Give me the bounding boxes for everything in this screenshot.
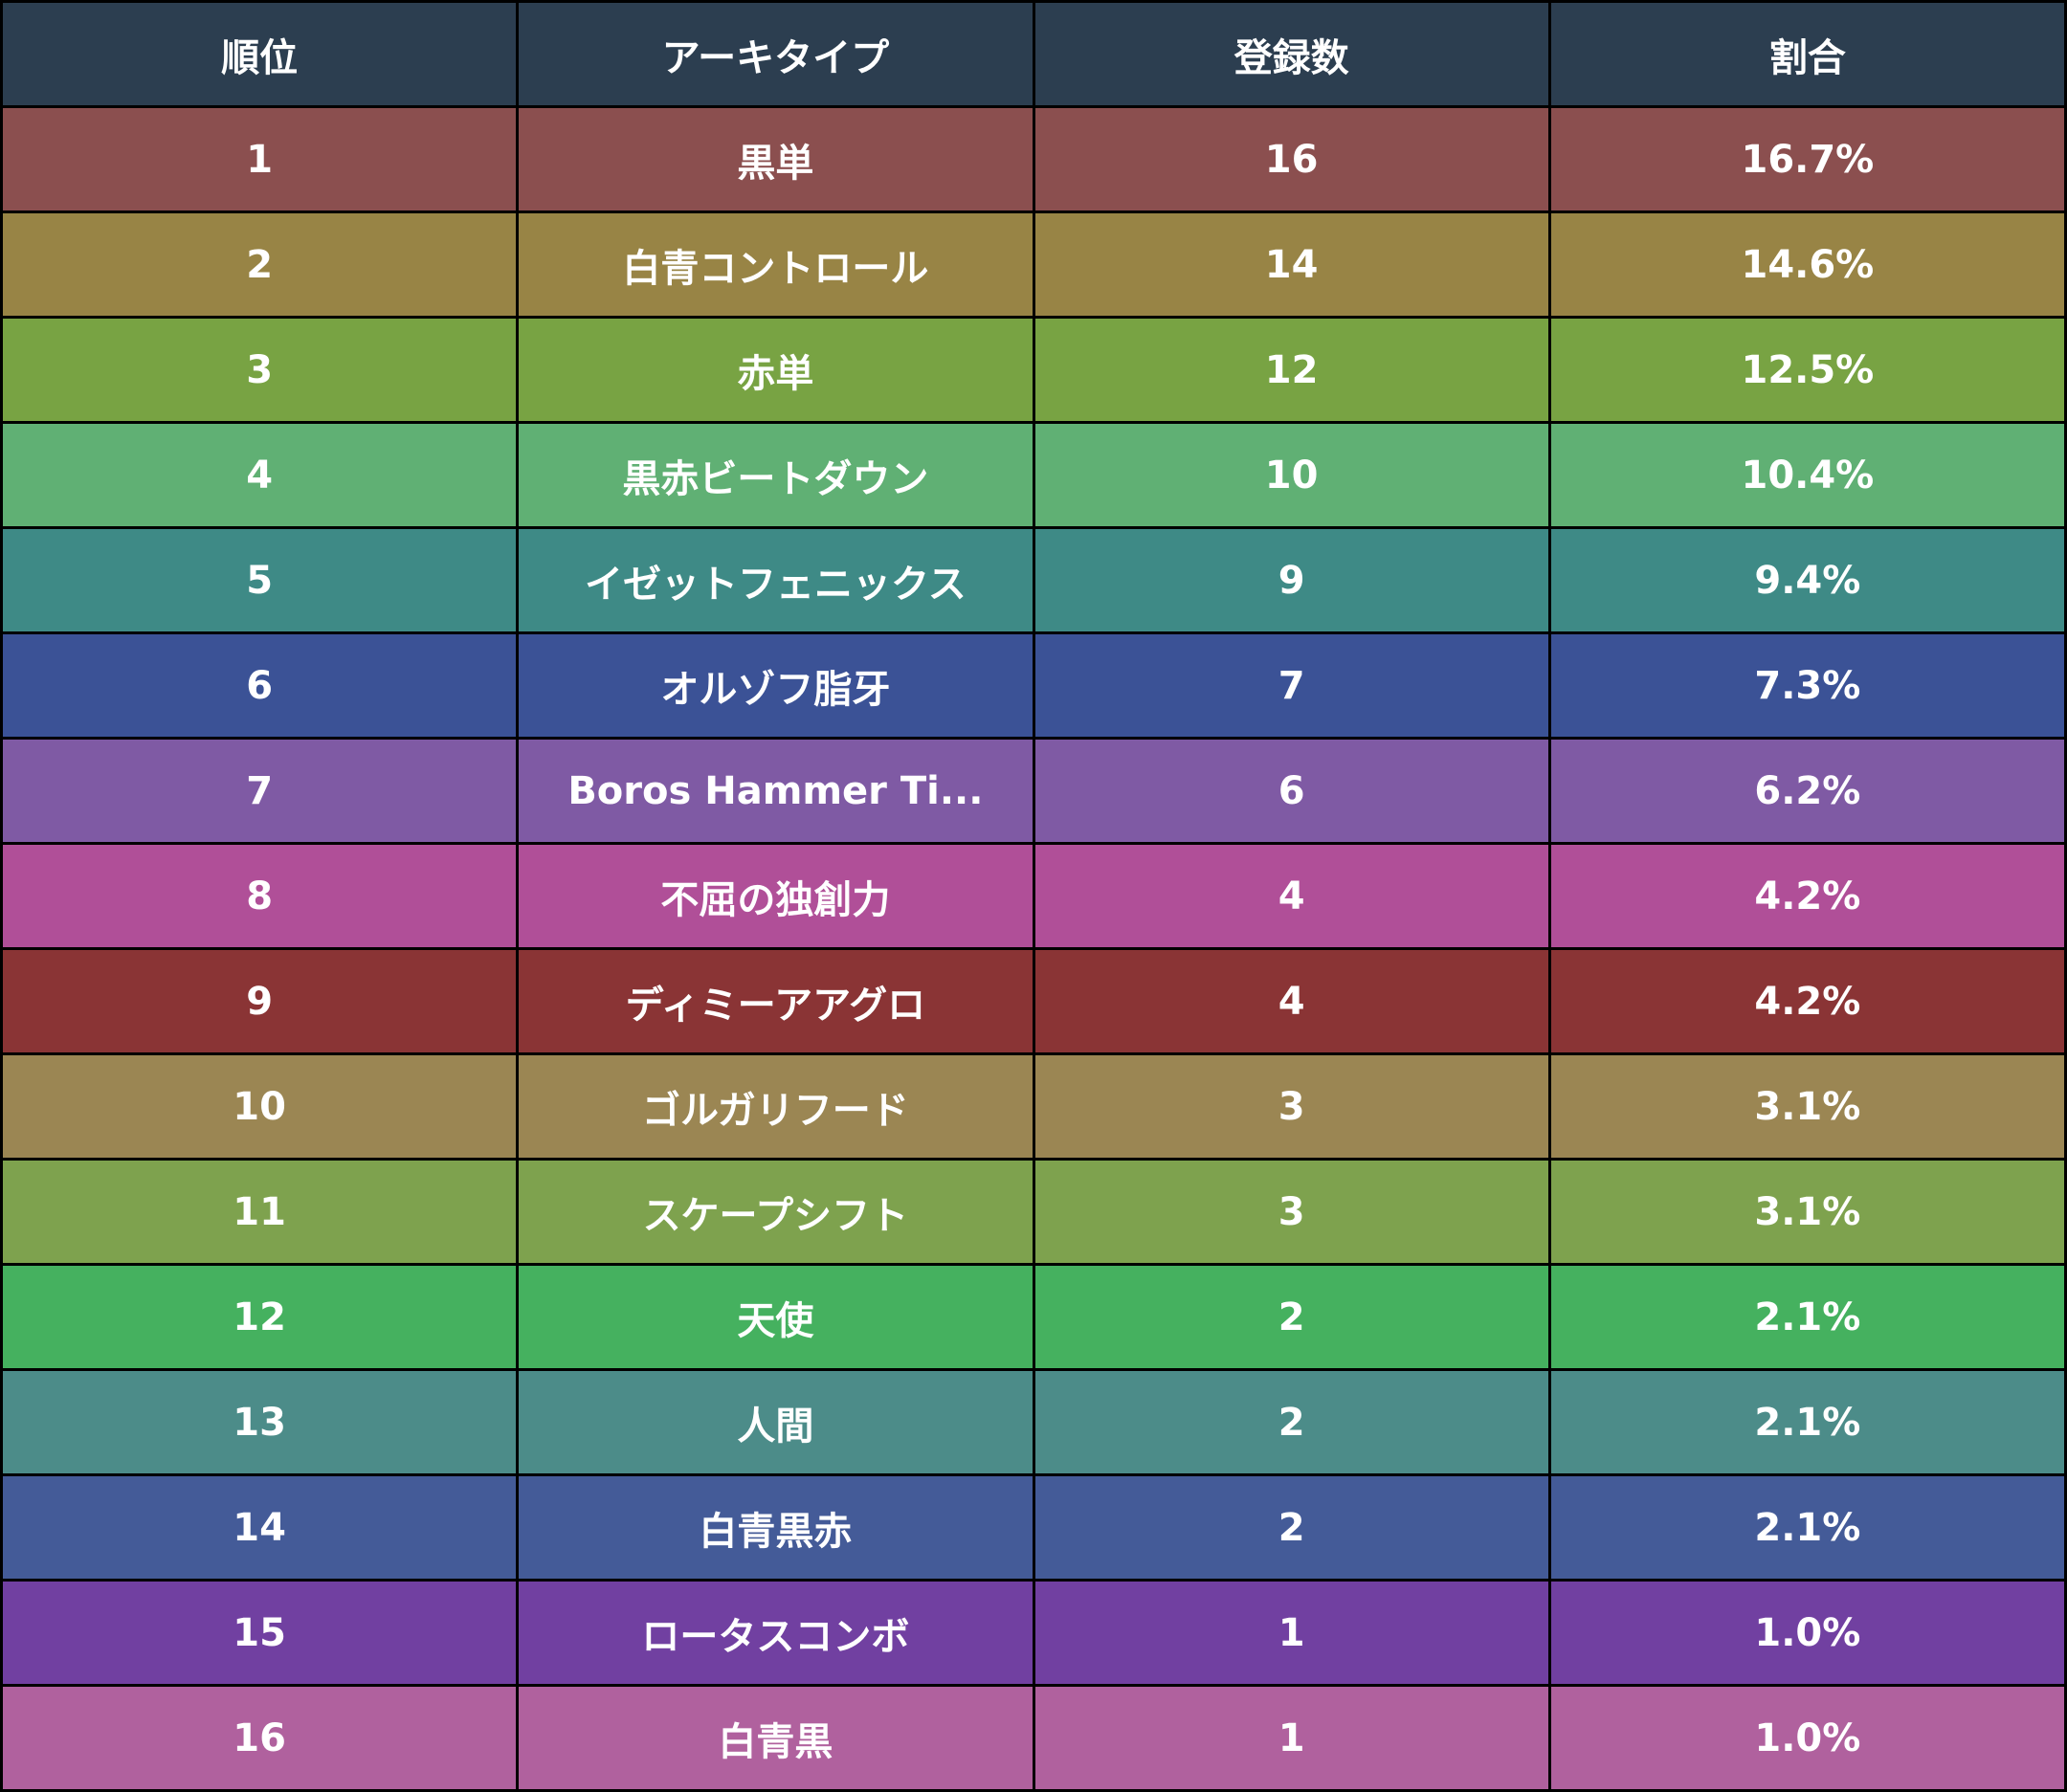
cell-archetype: 白青コントロール bbox=[516, 210, 1035, 319]
cell-rank: 8 bbox=[0, 842, 520, 950]
cell-share: 10.4% bbox=[1547, 421, 2067, 529]
cell-rank: 13 bbox=[0, 1368, 520, 1476]
cell-rank: 1 bbox=[0, 105, 520, 213]
cell-rank: 4 bbox=[0, 421, 520, 529]
cell-archetype: イゼットフェニックス bbox=[516, 526, 1035, 634]
table-row: 16 白青黒 1 1.0% bbox=[0, 1684, 2067, 1792]
table-row: 14 白青黒赤 2 2.1% bbox=[0, 1473, 2067, 1582]
archetype-ranking-table: 順位 アーキタイプ 登録数 割合 1 黒単 16 16.7% 2 白青コントロール 14 14.6%… bbox=[0, 0, 2067, 1792]
cell-count: 14 bbox=[1032, 210, 1551, 319]
cell-rank: 7 bbox=[0, 737, 520, 845]
cell-count: 4 bbox=[1032, 842, 1551, 950]
cell-rank: 5 bbox=[0, 526, 520, 634]
cell-share: 3.1% bbox=[1547, 1052, 2067, 1161]
table-row: 13 人間 2 2.1% bbox=[0, 1368, 2067, 1476]
cell-rank: 9 bbox=[0, 947, 520, 1055]
cell-share: 1.0% bbox=[1547, 1579, 2067, 1687]
cell-count: 10 bbox=[1032, 421, 1551, 529]
cell-archetype: 黒赤ビートダウン bbox=[516, 421, 1035, 529]
cell-rank: 14 bbox=[0, 1473, 520, 1582]
column-header-share: 割合 bbox=[1547, 0, 2067, 108]
cell-share: 4.2% bbox=[1547, 947, 2067, 1055]
cell-rank: 2 bbox=[0, 210, 520, 319]
cell-archetype: 黒単 bbox=[516, 105, 1035, 213]
cell-share: 6.2% bbox=[1547, 737, 2067, 845]
cell-rank: 16 bbox=[0, 1684, 520, 1792]
cell-count: 6 bbox=[1032, 737, 1551, 845]
table-row: 8 不屈の独創力 4 4.2% bbox=[0, 842, 2067, 950]
table-row: 2 白青コントロール 14 14.6% bbox=[0, 210, 2067, 319]
cell-share: 14.6% bbox=[1547, 210, 2067, 319]
cell-count: 9 bbox=[1032, 526, 1551, 634]
cell-rank: 10 bbox=[0, 1052, 520, 1161]
cell-share: 12.5% bbox=[1547, 316, 2067, 424]
table-row: 7 Boros Hammer Ti... 6 6.2% bbox=[0, 737, 2067, 845]
column-header-count: 登録数 bbox=[1032, 0, 1551, 108]
cell-share: 2.1% bbox=[1547, 1263, 2067, 1371]
table-row: 9 ディミーアアグロ 4 4.2% bbox=[0, 947, 2067, 1055]
cell-rank: 15 bbox=[0, 1579, 520, 1687]
cell-archetype: 天使 bbox=[516, 1263, 1035, 1371]
cell-count: 7 bbox=[1032, 631, 1551, 740]
table-row: 1 黒単 16 16.7% bbox=[0, 105, 2067, 213]
cell-count: 1 bbox=[1032, 1684, 1551, 1792]
table-row: 15 ロータスコンボ 1 1.0% bbox=[0, 1579, 2067, 1687]
table-header-row: 順位 アーキタイプ 登録数 割合 bbox=[0, 0, 2067, 108]
cell-count: 2 bbox=[1032, 1263, 1551, 1371]
table-body: 1 黒単 16 16.7% 2 白青コントロール 14 14.6% 3 赤単 12 12.5% 4 黒赤ビ… bbox=[0, 105, 2067, 1792]
table-row: 11 スケープシフト 3 3.1% bbox=[0, 1158, 2067, 1266]
cell-share: 4.2% bbox=[1547, 842, 2067, 950]
cell-count: 3 bbox=[1032, 1158, 1551, 1266]
cell-archetype: 白青黒 bbox=[516, 1684, 1035, 1792]
cell-count: 16 bbox=[1032, 105, 1551, 213]
table-row: 5 イゼットフェニックス 9 9.4% bbox=[0, 526, 2067, 634]
cell-share: 9.4% bbox=[1547, 526, 2067, 634]
cell-share: 2.1% bbox=[1547, 1368, 2067, 1476]
cell-count: 3 bbox=[1032, 1052, 1551, 1161]
table-row: 10 ゴルガリフード 3 3.1% bbox=[0, 1052, 2067, 1161]
table-row: 3 赤単 12 12.5% bbox=[0, 316, 2067, 424]
table-row: 6 オルゾフ脂牙 7 7.3% bbox=[0, 631, 2067, 740]
cell-rank: 3 bbox=[0, 316, 520, 424]
cell-count: 12 bbox=[1032, 316, 1551, 424]
cell-share: 7.3% bbox=[1547, 631, 2067, 740]
cell-archetype: 人間 bbox=[516, 1368, 1035, 1476]
cell-share: 2.1% bbox=[1547, 1473, 2067, 1582]
cell-count: 2 bbox=[1032, 1368, 1551, 1476]
table-row: 4 黒赤ビートダウン 10 10.4% bbox=[0, 421, 2067, 529]
cell-rank: 11 bbox=[0, 1158, 520, 1266]
cell-archetype: オルゾフ脂牙 bbox=[516, 631, 1035, 740]
cell-count: 1 bbox=[1032, 1579, 1551, 1687]
column-header-archetype: アーキタイプ bbox=[516, 0, 1035, 108]
cell-share: 16.7% bbox=[1547, 105, 2067, 213]
cell-count: 2 bbox=[1032, 1473, 1551, 1582]
cell-archetype: ゴルガリフード bbox=[516, 1052, 1035, 1161]
table-row: 12 天使 2 2.1% bbox=[0, 1263, 2067, 1371]
cell-archetype: 不屈の独創力 bbox=[516, 842, 1035, 950]
cell-archetype: ロータスコンボ bbox=[516, 1579, 1035, 1687]
cell-share: 3.1% bbox=[1547, 1158, 2067, 1266]
cell-archetype: 白青黒赤 bbox=[516, 1473, 1035, 1582]
cell-archetype: Boros Hammer Ti... bbox=[516, 737, 1035, 845]
column-header-rank: 順位 bbox=[0, 0, 520, 108]
cell-count: 4 bbox=[1032, 947, 1551, 1055]
cell-rank: 6 bbox=[0, 631, 520, 740]
cell-share: 1.0% bbox=[1547, 1684, 2067, 1792]
cell-archetype: 赤単 bbox=[516, 316, 1035, 424]
cell-rank: 12 bbox=[0, 1263, 520, 1371]
cell-archetype: スケープシフト bbox=[516, 1158, 1035, 1266]
cell-archetype: ディミーアアグロ bbox=[516, 947, 1035, 1055]
